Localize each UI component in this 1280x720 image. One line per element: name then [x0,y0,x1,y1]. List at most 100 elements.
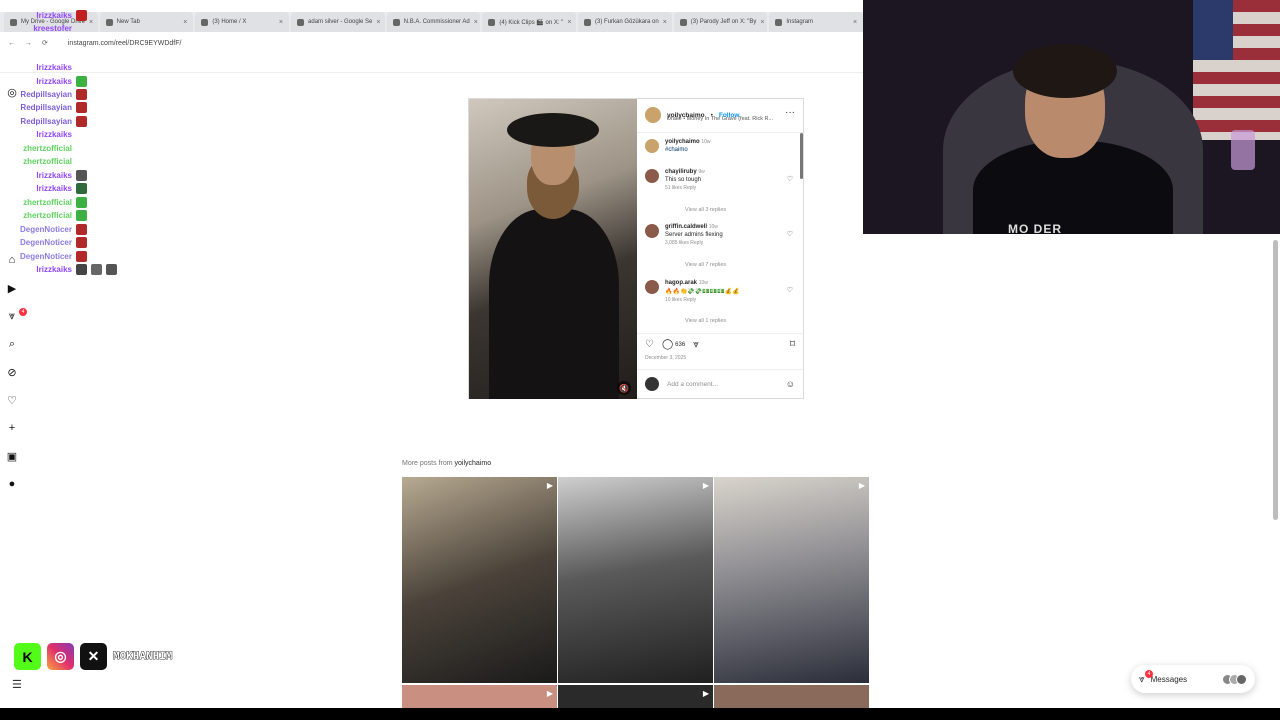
comment-meta[interactable]: 51 likes Reply [665,185,705,191]
forward-icon[interactable]: → [25,40,32,47]
chat-username[interactable]: Irizzkaiks [18,77,72,86]
chat-emote-icon [76,101,87,113]
messages-button[interactable]: ⩔ 4 Messages [1131,665,1255,693]
search-icon[interactable]: ⌕ [5,337,19,351]
comment-username[interactable]: griffin.caldwell [665,224,707,230]
back-icon[interactable]: ← [8,40,15,47]
chat-username[interactable]: Irizzkaiks [18,171,72,180]
tab-close-icon[interactable]: × [279,19,283,26]
comment-text: Server admins flexing [665,232,723,238]
chat-username[interactable]: Irizzkaiks [18,265,72,274]
comment-like-icon[interactable]: ♡ [787,286,793,294]
view-replies-link[interactable]: View all 1 replies [685,318,726,324]
tab-favicon-icon [488,18,496,26]
tab-label: N.B.A. Commissioner Ad [403,19,470,25]
reels-icon[interactable]: ▶ [5,281,19,295]
tab-close-icon[interactable]: × [760,19,764,26]
add-comment-input[interactable]: Add a comment... [667,381,718,388]
reel-video[interactable]: 🔇 [469,99,637,399]
chat-username[interactable]: kreestofer [18,24,72,33]
post-thumbnail[interactable]: ▶ [558,477,713,683]
view-replies-link[interactable]: View all 3 replies [685,207,726,213]
comment-avatar[interactable] [645,280,659,294]
tab-close-icon[interactable]: × [663,19,667,26]
chat-username[interactable]: Redpillsayian [18,90,72,99]
comment-time: 9w [698,169,705,175]
chat-message: zhertzofficial [18,142,238,154]
url-field[interactable]: instagram.com/reel/DRC9EYWDdfF/ [68,40,182,47]
page-scrollbar[interactable] [1273,240,1278,520]
tab-favicon-icon [10,18,17,26]
comments-scrollbar[interactable] [800,133,803,179]
comment-meta[interactable]: 10 likes Reply [665,297,740,303]
post-thumbnail[interactable]: ▶ [402,477,557,683]
instagram-logo-icon[interactable]: ◎ [5,85,19,99]
chat-username[interactable]: Redpillsayian [18,117,72,126]
chat-message: Irizzkaiks [18,263,238,275]
like-icon[interactable]: ♡ [645,339,654,350]
emoji-icon[interactable]: ☺ [786,379,795,389]
browser-tab[interactable]: (3) Parody Jeff on X: "By × [673,12,768,32]
chat-username[interactable]: Irizzkaiks [18,63,72,72]
browser-tab[interactable]: adam silver - Google Se × [291,12,385,32]
comment-meta[interactable]: 3,085 likes Reply [665,240,723,246]
reel-icon: ▶ [546,481,553,490]
chat-username[interactable]: Redpillsayian [18,103,72,112]
browser-tab[interactable]: Instagram × [769,12,864,32]
comment-like-icon[interactable]: ♡ [787,230,793,238]
post-author-avatar[interactable] [645,107,661,123]
chat-username[interactable]: DegenNoticer [18,225,72,234]
comment-avatar[interactable] [645,169,659,183]
comment-like-icon[interactable]: ♡ [787,175,793,183]
chat-username[interactable]: DegenNoticer [18,252,72,261]
browser-tab[interactable]: N.B.A. Commissioner Ad × [386,12,481,32]
comment-icon[interactable]: ◯ [662,339,673,350]
share-icon[interactable]: ⩔ [693,339,699,350]
dashboard-icon[interactable]: ▣ [5,449,19,463]
post-thumbnail[interactable]: ▶ [714,477,869,683]
chat-username[interactable]: zhertzofficial [18,144,72,153]
caption-avatar[interactable] [645,139,659,153]
chat-username[interactable]: zhertzofficial [18,157,72,166]
chat-username[interactable]: DegenNoticer [18,238,72,247]
comment-username[interactable]: hagop.arak [665,280,697,286]
chat-username[interactable]: zhertzofficial [18,211,72,220]
messages-label: Messages [1150,674,1188,684]
tab-close-icon[interactable]: × [376,19,380,26]
caption-username[interactable]: yoilychaimo [665,139,700,145]
browser-tab[interactable]: (3) Furkan Gözükara on × [578,12,672,32]
tab-close-icon[interactable]: × [853,19,857,26]
bookmark-icon[interactable]: ⌑ [790,339,795,350]
post-audio[interactable]: Drake • Money In The Grave (feat. Rick R… [667,116,773,122]
mute-icon[interactable]: 🔇 [617,381,631,395]
more-menu-icon[interactable]: ☰ [12,678,22,691]
chat-emote-icon [76,88,87,100]
chat-emote-icon [76,236,87,248]
comment-avatar[interactable] [645,224,659,238]
profile-avatar-icon[interactable]: ● [5,477,19,491]
send-icon[interactable]: ⩔ [5,309,19,323]
create-icon[interactable]: + [5,421,19,435]
chat-username[interactable]: Irizzkaiks [18,11,72,20]
heart-icon[interactable]: ♡ [5,393,19,407]
tab-close-icon[interactable]: × [474,19,478,26]
browser-tab[interactable]: (4) Kick Clips 🎬 on X: " × [482,12,577,32]
comment-username[interactable]: chayiliruby [665,169,697,175]
home-icon[interactable]: ⌂ [5,253,19,267]
chat-emote-icon [76,250,87,262]
more-options-icon[interactable]: ··· [785,107,795,118]
reload-icon[interactable]: ⟳ [42,39,48,47]
comment-time: 10w [708,224,718,230]
chat-username[interactable]: Irizzkaiks [18,184,72,193]
comment-text: 🔥🔥👏💸💸💵💵💵💰💰 [665,289,740,295]
tab-close-icon[interactable]: × [567,19,571,26]
chat-username[interactable]: Irizzkaiks [18,130,72,139]
chat-username[interactable]: zhertzofficial [18,198,72,207]
avatar [1236,673,1247,685]
more-posts-username[interactable]: yoilychaimo [455,460,492,467]
view-replies-link[interactable]: View all 7 replies [685,262,726,268]
chat-message: Irizzkaiks [18,61,238,73]
chat-emote-icon [76,182,87,194]
caption-hashtag[interactable]: #chaimo [665,147,711,153]
explore-icon[interactable]: ⊘ [5,365,19,379]
